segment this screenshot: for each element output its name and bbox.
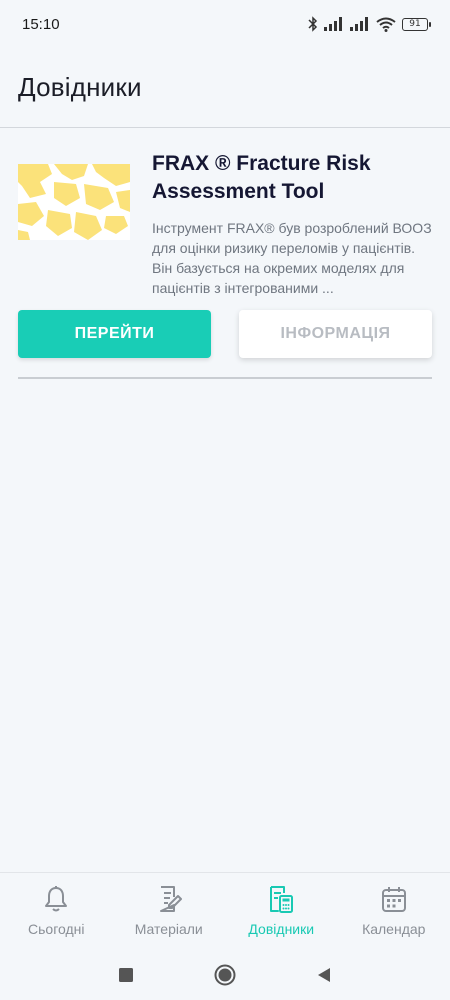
nav-label-calendar: Календар	[362, 921, 426, 937]
bluetooth-icon	[308, 16, 318, 32]
bell-icon	[45, 886, 68, 912]
system-nav-bar	[0, 950, 450, 1000]
document-edit-icon	[159, 886, 182, 912]
status-icons: 91	[308, 16, 431, 32]
card-title[interactable]: FRAX ® Fracture Risk Assessment Tool	[152, 150, 432, 206]
info-button[interactable]: ІНФОРМАЦІЯ	[239, 310, 432, 358]
bottom-nav: Сьогодні Матеріали Довідники Календар	[0, 872, 450, 950]
signal-icon-2	[350, 17, 368, 31]
nav-label-references: Довідники	[248, 921, 315, 937]
page-title: Довідники	[18, 72, 142, 102]
nav-item-references[interactable]: Довідники	[225, 873, 338, 950]
nav-label-materials: Матеріали	[134, 921, 203, 937]
nav-item-calendar[interactable]: Календар	[338, 873, 450, 950]
card-divider	[18, 377, 432, 379]
reference-calculator-icon	[270, 886, 294, 913]
signal-icon	[324, 17, 342, 31]
recents-square-icon[interactable]	[118, 967, 134, 983]
status-time: 15:10	[22, 15, 60, 33]
nav-item-materials[interactable]: Матеріали	[113, 873, 226, 950]
go-button[interactable]: ПЕРЕЙТИ	[18, 310, 211, 358]
wifi-icon	[376, 17, 396, 32]
status-bar: 15:10 91	[0, 0, 450, 48]
battery-indicator: 91	[402, 17, 431, 31]
home-circle-icon[interactable]	[214, 964, 236, 986]
frax-thumbnail-image[interactable]	[18, 164, 130, 240]
back-triangle-icon[interactable]	[316, 967, 332, 983]
card-description: Інструмент FRAX® був розроблений ВООЗ дл…	[152, 220, 432, 296]
page-header: Довідники	[0, 48, 450, 128]
calendar-icon	[381, 887, 406, 912]
nav-label-today: Сьогодні	[28, 921, 85, 937]
nav-item-today[interactable]: Сьогодні	[0, 873, 113, 950]
